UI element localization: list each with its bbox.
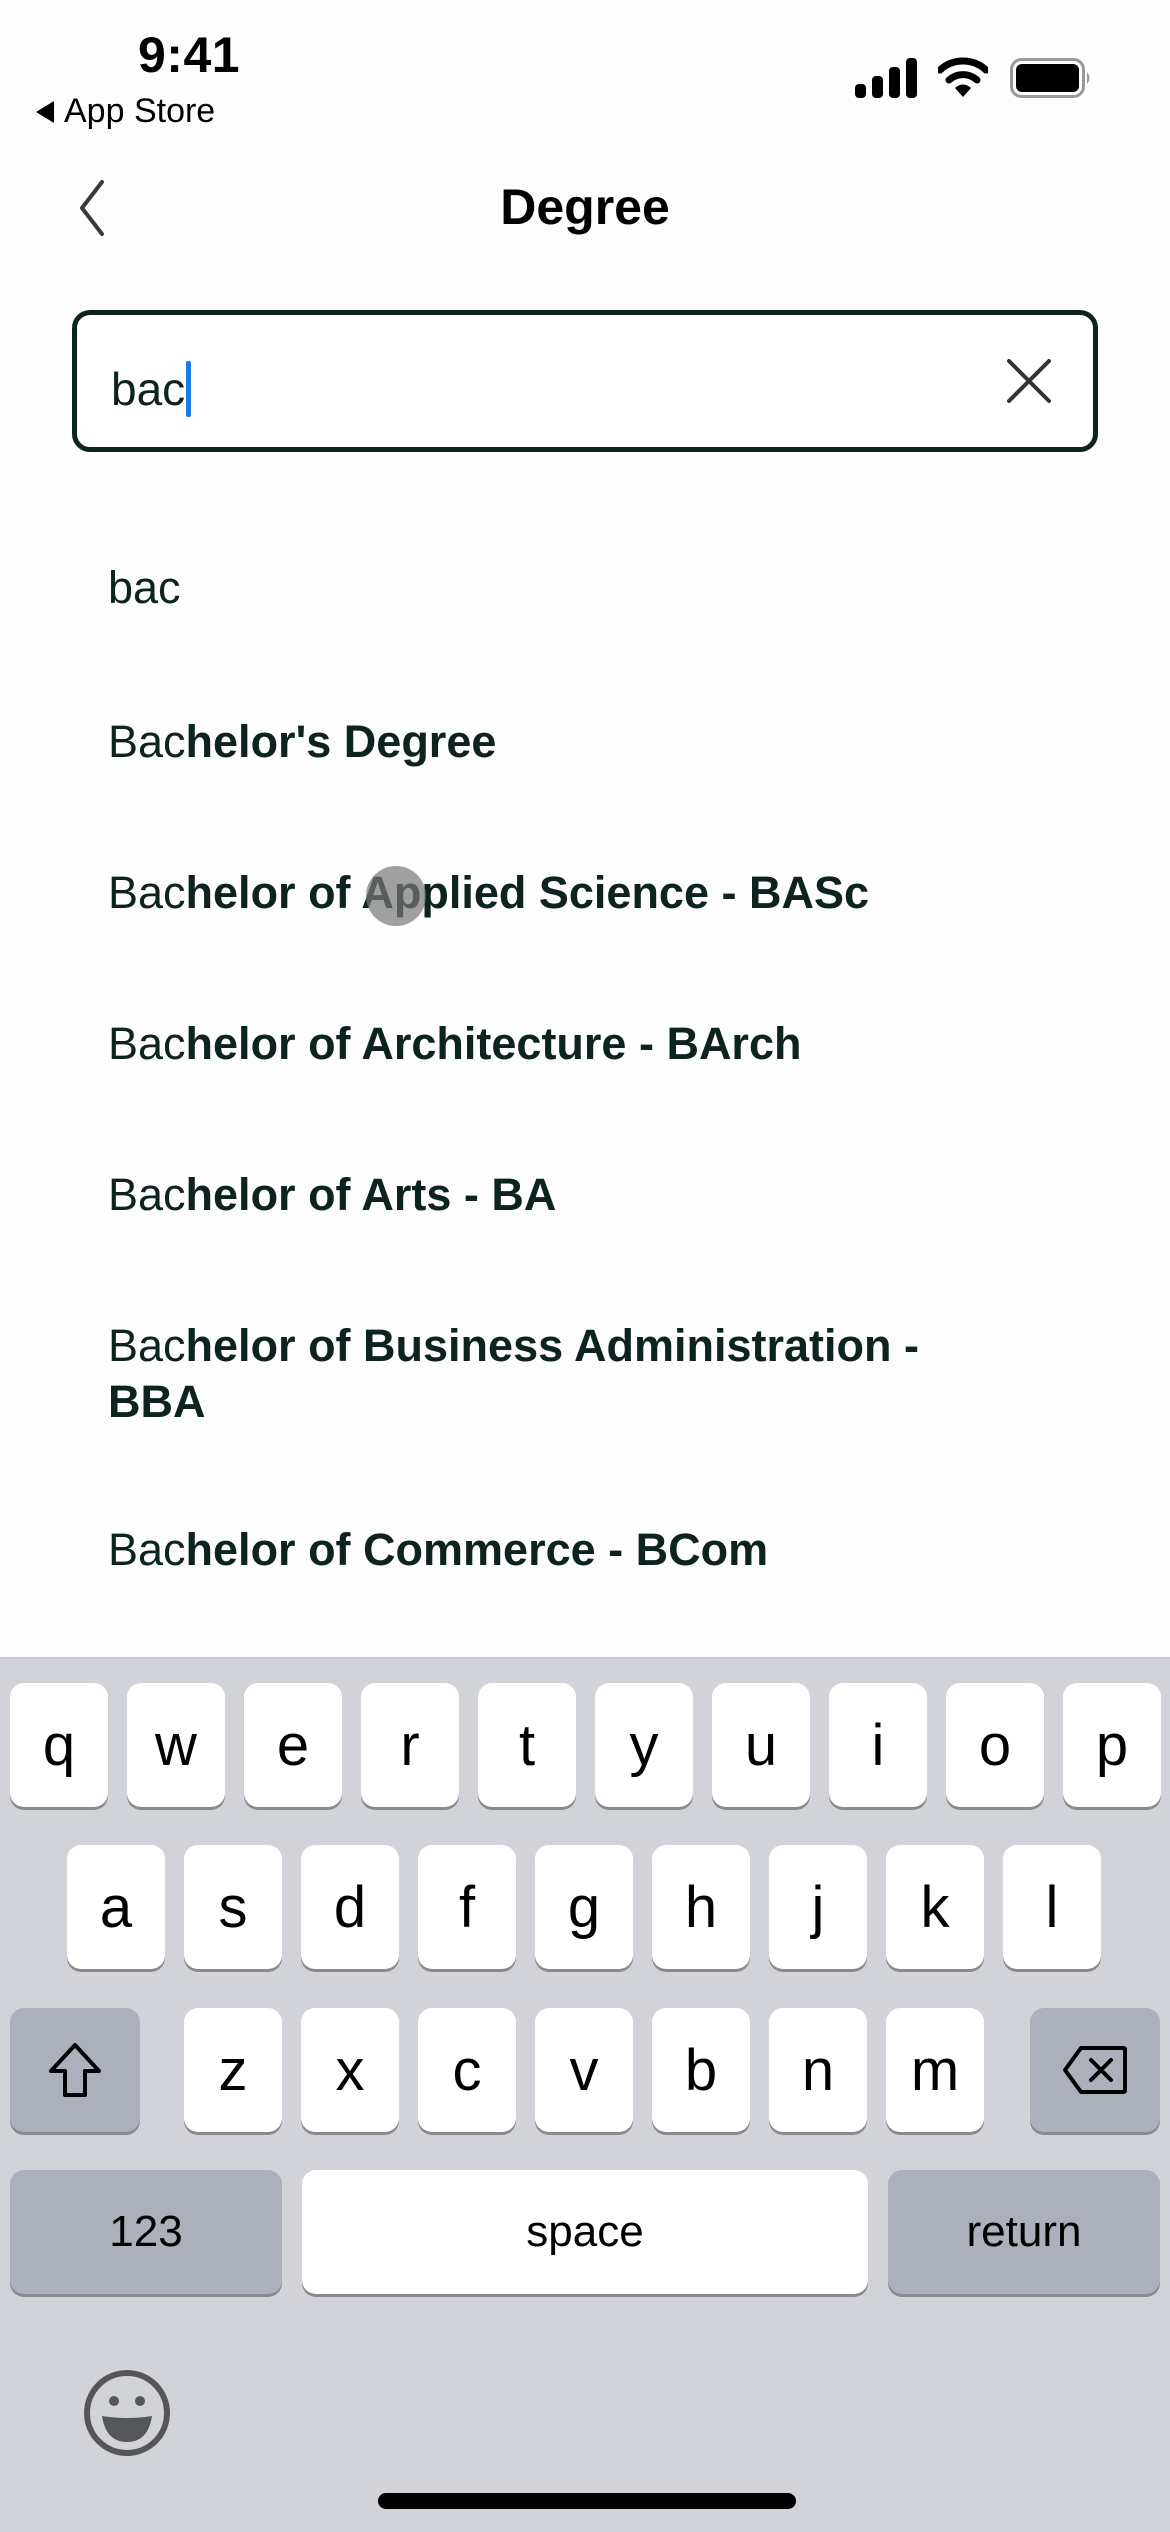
key-k[interactable]: k (886, 1845, 984, 1969)
key-v[interactable]: v (535, 2008, 633, 2132)
status-time: 9:41 (138, 27, 241, 83)
back-triangle-icon (36, 100, 54, 123)
signal-icon (855, 58, 917, 98)
suggestion-rest: helor's Degree (185, 716, 497, 767)
backspace-icon (1063, 2046, 1127, 2094)
return-key[interactable]: return (888, 2170, 1160, 2294)
suggestion-item[interactable]: bac (108, 560, 988, 616)
numbers-key[interactable]: 123 (10, 2170, 282, 2294)
key-l[interactable]: l (1003, 1845, 1101, 1969)
key-y[interactable]: y (595, 1683, 693, 1807)
suggestion-item[interactable]: Bachelor of Architecture - BArch (108, 1016, 988, 1072)
close-icon[interactable] (1005, 357, 1053, 405)
battery-icon (1010, 58, 1090, 98)
key-c[interactable]: c (418, 2008, 516, 2132)
suggestion-item[interactable]: Bachelor of Business Administration - BB… (108, 1318, 938, 1430)
suggestion-rest: helor of Applied Science - BASc (185, 867, 870, 918)
suggestion-rest: helor of Business Administration - BBA (108, 1320, 919, 1427)
shift-key[interactable] (10, 2008, 140, 2132)
suggestion-rest: helor of Architecture - BArch (185, 1018, 802, 1069)
page-title: Degree (500, 179, 670, 235)
suggestion-match: Bac (108, 1320, 186, 1371)
key-x[interactable]: x (301, 2008, 399, 2132)
suggestion-match: Bac (108, 1169, 186, 1220)
key-r[interactable]: r (361, 1683, 459, 1807)
key-z[interactable]: z (184, 2008, 282, 2132)
key-o[interactable]: o (946, 1683, 1044, 1807)
wifi-icon (938, 57, 988, 97)
key-d[interactable]: d (301, 1845, 399, 1969)
suggestion-item[interactable]: Bachelor of Applied Science - BASc (108, 865, 988, 921)
key-h[interactable]: h (652, 1845, 750, 1969)
home-indicator (378, 2493, 796, 2509)
back-app-label: App Store (64, 92, 216, 130)
key-q[interactable]: q (10, 1683, 108, 1807)
delete-key[interactable] (1030, 2008, 1160, 2132)
suggestion-item[interactable]: Bachelor of Commerce - BCom (108, 1522, 988, 1578)
suggestion-match: Bac (108, 1524, 186, 1575)
suggestion-match: Bac (108, 716, 186, 767)
shift-icon (49, 2043, 101, 2097)
key-g[interactable]: g (535, 1845, 633, 1969)
touch-indicator (366, 866, 426, 926)
key-w[interactable]: w (127, 1683, 225, 1807)
back-to-app-store[interactable]: App Store (36, 92, 215, 131)
suggestion-rest: helor of Arts - BA (185, 1169, 557, 1220)
key-m[interactable]: m (886, 2008, 984, 2132)
suggestion-match: Bac (108, 1018, 186, 1069)
key-t[interactable]: t (478, 1683, 576, 1807)
suggestion-match: Bac (108, 867, 186, 918)
key-j[interactable]: j (769, 1845, 867, 1969)
key-u[interactable]: u (712, 1683, 810, 1807)
search-input-value[interactable]: bac (111, 362, 185, 416)
key-p[interactable]: p (1063, 1683, 1161, 1807)
key-b[interactable]: b (652, 2008, 750, 2132)
suggestion-item[interactable]: Bachelor's Degree (108, 714, 988, 770)
key-n[interactable]: n (769, 2008, 867, 2132)
key-e[interactable]: e (244, 1683, 342, 1807)
key-i[interactable]: i (829, 1683, 927, 1807)
key-f[interactable]: f (418, 1845, 516, 1969)
degree-search-input[interactable]: bac (72, 310, 1098, 452)
key-a[interactable]: a (67, 1845, 165, 1969)
text-caret (186, 361, 192, 417)
emoji-icon[interactable] (82, 2368, 172, 2458)
suggestion-item[interactable]: Bachelor of Arts - BA (108, 1167, 988, 1223)
suggestion-match: bac (108, 562, 181, 613)
space-key[interactable]: space (302, 2170, 868, 2294)
key-s[interactable]: s (184, 1845, 282, 1969)
suggestion-rest: helor of Commerce - BCom (185, 1524, 769, 1575)
